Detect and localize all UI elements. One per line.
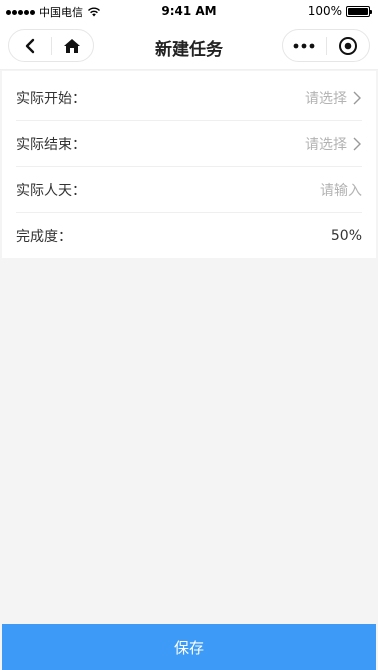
completion-row: 完成度： 50% — [16, 213, 362, 259]
actual-man-days-input[interactable]: 请输入 — [320, 180, 362, 200]
actual-start-picker[interactable]: 请选择 — [305, 88, 362, 108]
more-button[interactable] — [283, 30, 326, 61]
task-form: 实际开始： 请选择 实际结束： 请选择 实际人天： 请输入 完成度： 50% — [2, 71, 376, 258]
target-circle-icon — [338, 36, 357, 55]
completion-value-field[interactable]: 50% — [331, 228, 362, 244]
nav-bar: 新建任务 — [0, 22, 378, 70]
battery-icon — [346, 5, 372, 17]
actual-start-row[interactable]: 实际开始： 请选择 — [16, 75, 362, 121]
actual-man-days-placeholder: 请输入 — [320, 182, 362, 199]
chevron-right-icon — [353, 91, 361, 104]
actual-end-picker[interactable]: 请选择 — [305, 134, 362, 154]
chevron-right-icon — [353, 137, 361, 150]
save-button[interactable]: 保存 — [2, 624, 376, 670]
actual-man-days-row: 实际人天： 请输入 — [16, 167, 362, 213]
more-dots-icon — [293, 43, 315, 48]
actual-man-days-label: 实际人天： — [16, 182, 86, 199]
actual-start-placeholder: 请选择 — [305, 90, 347, 107]
status-right: 100% — [307, 4, 372, 18]
actual-end-placeholder: 请选择 — [305, 136, 347, 153]
actual-end-label: 实际结束： — [16, 136, 86, 153]
close-miniprogram-button[interactable] — [327, 30, 370, 61]
completion-value: 50% — [330, 228, 362, 244]
status-bar: 中国电信 9:41 AM 100% — [0, 0, 378, 22]
actual-start-label: 实际开始： — [16, 90, 86, 107]
battery-percent: 100% — [307, 4, 342, 18]
actual-end-row[interactable]: 实际结束： 请选择 — [16, 121, 362, 167]
completion-label: 完成度： — [16, 229, 72, 245]
nav-capsule-right — [282, 29, 370, 62]
